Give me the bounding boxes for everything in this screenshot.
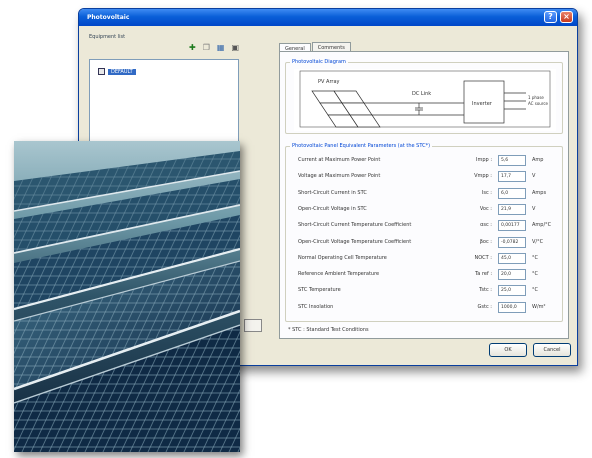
parameter-row: STC Insolation Gstc : 1000,0 W/m² — [298, 301, 560, 314]
pv-diagram-svg: PV Array DC Link Inverter 1 phase AC sou… — [299, 70, 551, 128]
footnote: * STC : Standard Test Conditions — [288, 327, 369, 333]
diagram-group-title: Photovoltaic Diagram — [290, 59, 348, 65]
pv-array-label: PV Array — [318, 79, 340, 85]
cancel-button[interactable]: Cancel — [533, 343, 571, 357]
save-icon[interactable]: ▣ — [231, 43, 239, 52]
parameter-unit: V/°C — [532, 238, 544, 245]
parameter-input[interactable]: -0,0782 — [498, 236, 526, 248]
parameter-symbol: Ta ref : — [475, 271, 492, 278]
parameter-symbol: αsc : — [480, 222, 492, 229]
parameter-symbol: Impp : — [476, 157, 492, 163]
parameters-group: Photovoltaic Panel Equivalent Parameters… — [285, 143, 563, 322]
title-bar[interactable]: Photovoltaic — [79, 9, 577, 26]
dc-link-label: DC Link — [412, 91, 431, 97]
parameter-symbol: Vmpp : — [474, 173, 492, 180]
parameter-symbol: NOCT : — [474, 254, 493, 261]
parameter-unit: Amp/°C — [532, 222, 552, 229]
parameter-symbol: Gstc : — [477, 303, 492, 310]
parameter-label: Current at Maximum Power Point — [298, 157, 381, 163]
left-panel-button[interactable] — [244, 319, 262, 332]
parameter-unit: Amps — [532, 189, 547, 196]
parameter-row: Short-Circuit Current in STC Isc : 6,0 Amps — [298, 187, 560, 200]
equipment-list-label: Equipment list — [89, 34, 126, 40]
parameter-label: Short-Circuit Current Temperature Coeffi… — [298, 222, 412, 229]
parameter-label: Reference Ambient Temperature — [298, 271, 380, 278]
parameter-symbol: Tstc : — [479, 287, 492, 294]
parameter-input[interactable]: 45,0 — [498, 252, 526, 264]
window-title: Photovoltaic — [87, 14, 130, 21]
parameter-input[interactable]: 0,00177 — [498, 220, 526, 232]
general-tab-panel: Photovoltaic Diagram PV Array DC Link In… — [279, 51, 569, 339]
parameter-symbol: βoc : — [479, 238, 492, 245]
parameter-label: Open-Circuit Voltage in STC — [298, 205, 367, 212]
parameter-label: Voltage at Maximum Power Point — [298, 173, 381, 180]
pv-item-icon — [98, 68, 105, 75]
parameter-row: Open-Circuit Voltage in STC Voc : 21,9 V — [298, 203, 560, 216]
parameter-input[interactable]: 20,0 — [498, 269, 526, 281]
parameter-input[interactable]: 17,7 — [498, 171, 526, 183]
parameter-label: Open-Circuit Voltage Temperature Coeffic… — [298, 238, 412, 245]
help-icon[interactable]: ? — [544, 11, 557, 23]
add-icon[interactable]: ✚ — [189, 43, 196, 52]
tree-item[interactable]: DEFAULT — [98, 68, 136, 75]
left-toolbar: ✚ ❐ ▦ ▣ — [189, 43, 239, 52]
ok-button[interactable]: OK — [489, 343, 527, 357]
parameter-row: Current at Maximum Power Point Impp : 5,6 A… — [298, 155, 560, 167]
parameter-label: STC Temperature — [298, 287, 341, 294]
parameter-unit: V — [532, 173, 536, 180]
copy-icon[interactable]: ❐ — [203, 43, 210, 52]
parameter-unit: °C — [532, 271, 538, 278]
parameter-input[interactable]: 25,0 — [498, 285, 526, 297]
parameter-symbol: Voc : — [479, 205, 492, 212]
parameter-row: Short-Circuit Current Temperature Coeffi… — [298, 220, 560, 232]
parameter-unit: Amp — [532, 157, 544, 163]
parameters-group-title: Photovoltaic Panel Equivalent Parameters… — [290, 143, 433, 149]
output-label-1: 1 phase — [528, 95, 544, 100]
inverter-label: Inverter — [472, 101, 493, 107]
parameter-row: STC Temperature Tstc : 25,0 °C — [298, 285, 560, 297]
output-label-2: AC source — [528, 101, 549, 106]
parameter-unit: °C — [532, 254, 538, 261]
close-icon[interactable]: × — [560, 11, 573, 23]
solar-panel-photo — [14, 141, 240, 452]
parameter-unit: °C — [532, 287, 538, 294]
database-icon[interactable]: ▦ — [217, 43, 225, 52]
diagram-group: Photovoltaic Diagram PV Array DC Link In… — [285, 59, 563, 134]
parameter-row: Voltage at Maximum Power Point Vmpp : 17,7… — [298, 171, 560, 183]
parameter-input[interactable]: 6,0 — [498, 187, 526, 199]
parameter-input[interactable]: 21,9 — [498, 203, 526, 215]
parameter-unit: V — [532, 205, 536, 212]
tree-item-label: DEFAULT — [108, 68, 136, 75]
parameter-label: Short-Circuit Current in STC — [298, 189, 367, 196]
parameter-label: Normal Operating Cell Temperature — [298, 254, 387, 261]
parameter-input[interactable]: 5,6 — [498, 155, 526, 166]
solar-panel-image — [14, 141, 240, 452]
pv-array-icon — [311, 90, 381, 128]
parameter-symbol: Isc : — [481, 189, 492, 196]
parameter-row: Reference Ambient Temperature Ta ref : 20,… — [298, 269, 560, 281]
pv-diagram: PV Array DC Link Inverter 1 phase AC sou… — [294, 69, 556, 131]
parameter-label: STC Insolation — [298, 303, 334, 310]
parameter-input[interactable]: 1000,0 — [498, 301, 526, 313]
parameter-row: Open-Circuit Voltage Temperature Coeffic… — [298, 236, 560, 249]
parameter-row: Normal Operating Cell Temperature NOCT : 4… — [298, 252, 560, 265]
parameter-unit: W/m² — [532, 303, 546, 310]
